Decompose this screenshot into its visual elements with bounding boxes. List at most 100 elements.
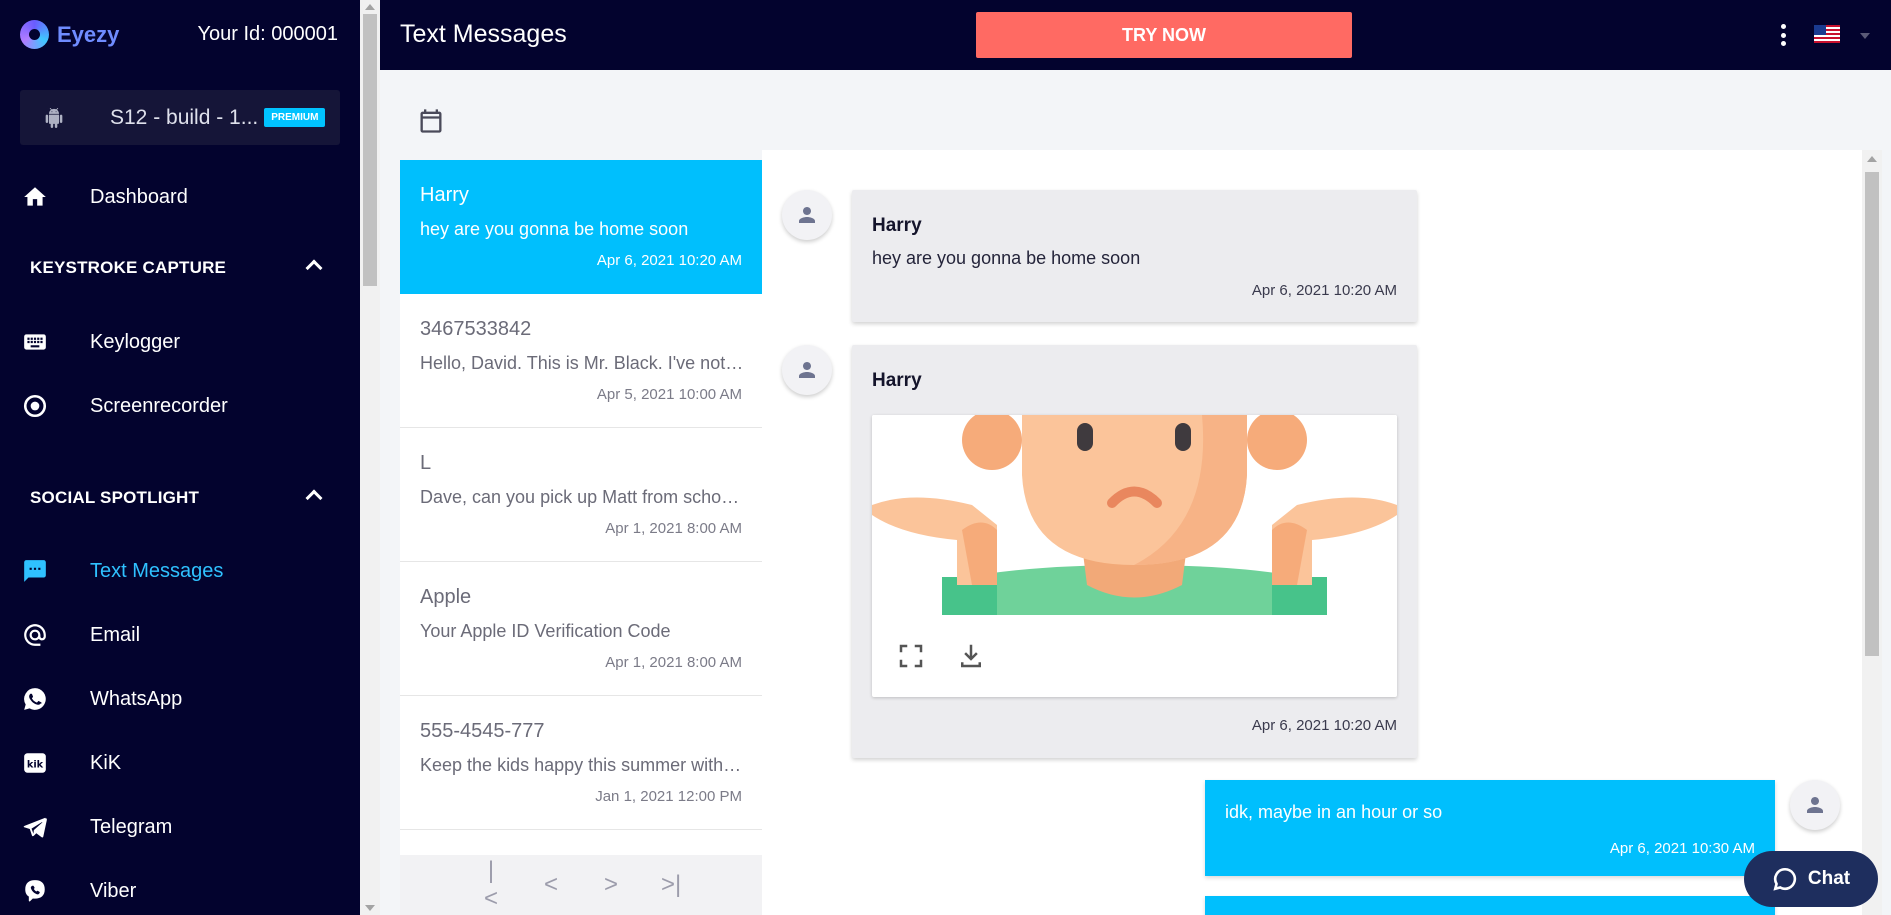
sidebar-item-kik[interactable]: kik KiK: [0, 738, 360, 788]
top-bar: Text Messages TRY NOW: [380, 0, 1891, 70]
conversation-name: Apple: [420, 586, 472, 608]
section-title: SOCIAL SPOTLIGHT: [30, 488, 200, 507]
chat-bubble-icon: [1773, 867, 1797, 891]
calendar-icon[interactable]: [417, 106, 445, 136]
avatar: [782, 190, 832, 240]
conversation-time: Apr 1, 2021 8:00 AM: [605, 654, 742, 671]
message-text: hey are you gonna be home soon: [872, 248, 1141, 268]
last-page-icon[interactable]: >|: [661, 871, 681, 899]
message-time: Apr 6, 2021 10:20 AM: [1251, 282, 1397, 299]
sidebar-item-label: Dashboard: [90, 185, 188, 208]
message-sender: Harry: [872, 215, 922, 236]
sidebar-item-label: WhatsApp: [90, 687, 183, 710]
avatar: [782, 345, 832, 395]
conversation-preview: Your Apple ID Verification Code: [420, 621, 671, 641]
sidebar-item-email[interactable]: Email: [0, 610, 360, 660]
conversation-time: Apr 1, 2021 8:00 AM: [605, 520, 742, 537]
conversation-item[interactable]: L Dave, can you pick up Matt from school…: [400, 428, 762, 562]
message-time: Apr 6, 2021 10:20 AM: [1251, 717, 1397, 734]
conversation-time: Apr 6, 2021 10:20 AM: [596, 252, 742, 269]
conversation-preview: Dave, can you pick up Matt from school t…: [420, 487, 745, 507]
sidebar-item-text-messages[interactable]: Text Messages: [0, 546, 360, 596]
conversation-name: 3467533842: [420, 318, 532, 340]
home-icon: [24, 187, 46, 206]
sidebar-item-viber[interactable]: Viber: [0, 866, 360, 915]
sidebar-item-label: Viber: [90, 879, 137, 902]
thread-scrollbar[interactable]: [1862, 150, 1882, 915]
download-icon[interactable]: [956, 641, 986, 671]
sidebar: Eyezy Your Id: 000001 S12 - build - 1...…: [0, 0, 360, 915]
eyezy-logo-icon: [20, 20, 49, 49]
sidebar-item-dashboard[interactable]: Dashboard: [0, 172, 360, 222]
device-selector[interactable]: S12 - build - 1... PREMIUM: [20, 90, 340, 145]
chat-widget-button[interactable]: Chat: [1744, 851, 1878, 907]
conversation-time: Jan 1, 2021 12:00 PM: [595, 788, 742, 805]
chevron-down-icon[interactable]: [1860, 33, 1870, 39]
conversation-preview: hey are you gonna be home soon: [420, 219, 689, 239]
message-thread: Harry hey are you gonna be home soon Apr…: [762, 150, 1862, 915]
sidebar-item-label: Screenrecorder: [90, 394, 228, 417]
section-title: KEYSTROKE CAPTURE: [30, 258, 227, 277]
sidebar-item-telegram[interactable]: Telegram: [0, 802, 360, 852]
first-page-icon[interactable]: |<: [481, 857, 501, 913]
chevron-up-icon[interactable]: [305, 489, 323, 507]
message-bubble-incoming: Harry hey are you gonna be home soon Apr…: [852, 190, 1417, 322]
conversation-preview: Hello, David. This is Mr. Black. I've no…: [420, 353, 745, 373]
message-time: Apr 6, 2021 10:30 AM: [1609, 840, 1755, 857]
sidebar-item-keylogger[interactable]: Keylogger: [0, 317, 360, 367]
message-sender: Harry: [872, 370, 922, 391]
conversation-item[interactable]: 555-4545-777 Keep the kids happy this su…: [400, 696, 762, 830]
try-now-button[interactable]: TRY NOW: [976, 12, 1352, 58]
scroll-down-arrow-icon[interactable]: [365, 905, 375, 911]
chat-label: Chat: [1807, 868, 1851, 889]
conversation-time: Apr 5, 2021 10:00 AM: [596, 386, 742, 403]
conversation-item[interactable]: Apple Your Apple ID Verification Code Ap…: [400, 562, 762, 696]
sidebar-item-screenrecorder[interactable]: Screenrecorder: [0, 381, 360, 431]
conversation-item[interactable]: Harry hey are you gonna be home soon Apr…: [400, 160, 762, 294]
message-text: idk, maybe in an hour or so: [1225, 802, 1443, 822]
conversation-item[interactable]: 3467533842 Hello, David. This is Mr. Bla…: [400, 294, 762, 428]
scroll-up-arrow-icon[interactable]: [365, 4, 375, 10]
conversation-list: Harry hey are you gonna be home soon Apr…: [400, 160, 762, 915]
sms-icon: [24, 560, 46, 582]
message-bubble-incoming: Harry Apr 6, 2021 10:20 AM: [852, 345, 1417, 758]
person-icon: [799, 207, 815, 223]
us-flag-icon[interactable]: [1814, 25, 1840, 43]
sidebar-scrollbar[interactable]: [360, 0, 380, 915]
at-sign-icon: [24, 624, 46, 646]
brand[interactable]: Eyezy: [20, 20, 119, 49]
keyboard-icon: [24, 334, 46, 350]
section-keystroke-capture[interactable]: KEYSTROKE CAPTURE: [30, 258, 323, 278]
android-icon: [45, 107, 63, 128]
sidebar-item-label: Keylogger: [90, 330, 181, 353]
sidebar-item-whatsapp[interactable]: WhatsApp: [0, 674, 360, 724]
scrollbar-thumb[interactable]: [363, 14, 377, 286]
person-icon: [1807, 797, 1823, 813]
conversation-name: Harry: [420, 184, 469, 206]
message-bubble-outgoing: idk, maybe in an hour or so Apr 6, 2021 …: [1205, 780, 1775, 876]
message-bubble-outgoing: [1205, 896, 1775, 915]
previous-page-icon[interactable]: <: [541, 871, 561, 899]
fullscreen-icon[interactable]: [896, 641, 926, 671]
whatsapp-icon: [24, 688, 46, 710]
sidebar-item-label: Text Messages: [90, 559, 224, 582]
conversation-preview: Keep the kids happy this summer with our…: [420, 755, 745, 775]
premium-badge: PREMIUM: [264, 108, 326, 127]
brand-name: Eyezy: [57, 21, 120, 47]
sidebar-item-label: Email: [90, 623, 141, 646]
sidebar-item-label: Telegram: [90, 815, 173, 838]
viber-icon: [25, 880, 45, 902]
pagination: |< < > >|: [400, 855, 762, 915]
more-options-icon[interactable]: [1780, 24, 1786, 46]
user-id: Your Id: 000001: [197, 23, 339, 45]
chevron-up-icon[interactable]: [305, 259, 323, 277]
kik-icon: kik: [24, 753, 46, 773]
scrollbar-thumb[interactable]: [1865, 172, 1879, 656]
section-social-spotlight[interactable]: SOCIAL SPOTLIGHT: [30, 488, 323, 508]
scroll-up-arrow-icon[interactable]: [1867, 156, 1877, 162]
svg-text:kik: kik: [27, 759, 44, 770]
next-page-icon[interactable]: >: [601, 871, 621, 899]
image-attachment[interactable]: [872, 415, 1397, 697]
sidebar-item-label: KiK: [90, 751, 122, 774]
page-title: Text Messages: [400, 20, 567, 48]
